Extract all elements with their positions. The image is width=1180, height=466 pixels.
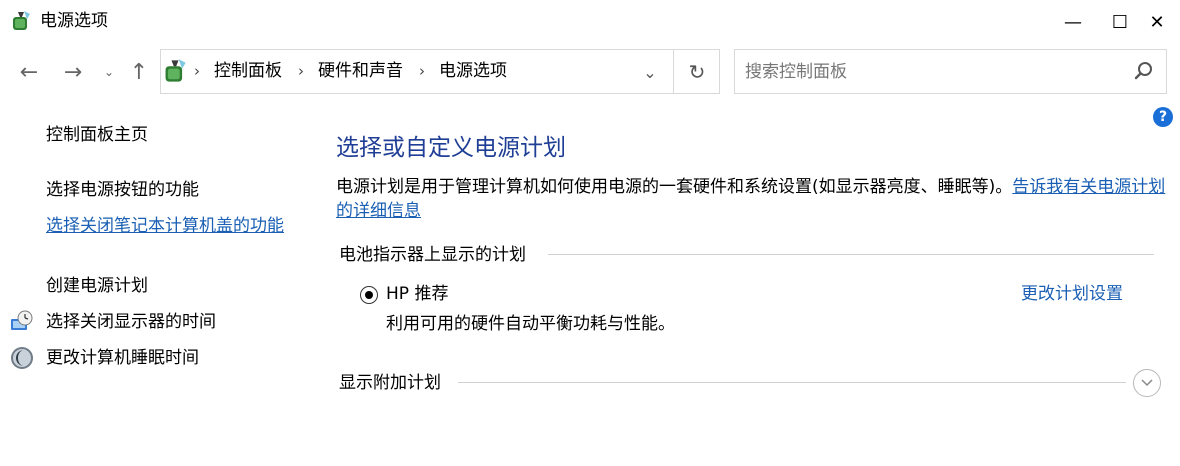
title-bar[interactable]	[0, 0, 1180, 44]
display-clock-icon	[11, 310, 33, 330]
search-icon[interactable]	[1133, 60, 1155, 82]
page-title: 选择或自定义电源计划	[336, 135, 566, 161]
description-text: 电源计划是用于管理计算机如何使用电源的一套硬件和系统设置(如显示器亮度、睡眠等)…	[336, 177, 1013, 197]
breadcrumb-separator: ›	[419, 62, 425, 80]
breadcrumb-control-panel[interactable]: 控制面板	[214, 59, 282, 83]
recent-locations-button[interactable]: ⌄	[96, 56, 122, 88]
close-button[interactable]: ✕	[1134, 0, 1180, 44]
moon-icon	[11, 347, 33, 369]
change-plan-settings-link[interactable]: 更改计划设置	[1021, 282, 1123, 306]
lid-close-settings-link[interactable]: 选择关闭笔记本计算机盖的功能	[46, 214, 296, 238]
page-description: 电源计划是用于管理计算机如何使用电源的一套硬件和系统设置(如显示器亮度、睡眠等)…	[336, 175, 1166, 223]
address-divider	[673, 50, 674, 93]
plan-radio-button[interactable]	[360, 286, 378, 304]
display-off-time-link[interactable]: 选择关闭显示器的时间	[46, 310, 216, 334]
section-divider	[458, 382, 1126, 383]
breadcrumb-separator: ›	[194, 62, 200, 80]
control-panel-home-link[interactable]: 控制面板主页	[46, 123, 148, 147]
help-icon[interactable]: ?	[1153, 107, 1173, 127]
address-dropdown-button[interactable]: ⌄	[636, 56, 664, 88]
power-options-icon	[165, 59, 186, 82]
breadcrumb-separator: ›	[298, 62, 304, 80]
refresh-button[interactable]: ↻	[680, 56, 714, 88]
plan-name[interactable]: HP 推荐	[386, 282, 448, 306]
back-button[interactable]: ←	[14, 56, 44, 88]
breadcrumb-hardware-sound[interactable]: 硬件和声音	[318, 59, 403, 83]
additional-plans-section-header[interactable]: 显示附加计划	[339, 371, 441, 395]
sleep-time-link[interactable]: 更改计算机睡眠时间	[46, 346, 199, 370]
plan-description: 利用可用的硬件自动平衡功耗与性能。	[386, 314, 675, 334]
search-input[interactable]	[745, 59, 1125, 85]
breadcrumb-power-options[interactable]: 电源选项	[439, 59, 507, 83]
create-plan-link[interactable]: 创建电源计划	[46, 274, 148, 298]
up-button[interactable]: ↑	[124, 56, 154, 88]
chevron-down-icon	[1141, 379, 1153, 387]
section-divider	[548, 254, 1154, 255]
forward-button[interactable]: →	[58, 56, 88, 88]
battery-plans-section-header: 电池指示器上显示的计划	[339, 245, 526, 265]
minimize-button[interactable]: —	[1050, 0, 1096, 44]
power-button-settings-link[interactable]: 选择电源按钮的功能	[46, 178, 199, 202]
power-options-icon	[13, 11, 30, 30]
expand-additional-plans-button[interactable]	[1133, 369, 1161, 397]
window-title: 电源选项	[40, 11, 108, 31]
